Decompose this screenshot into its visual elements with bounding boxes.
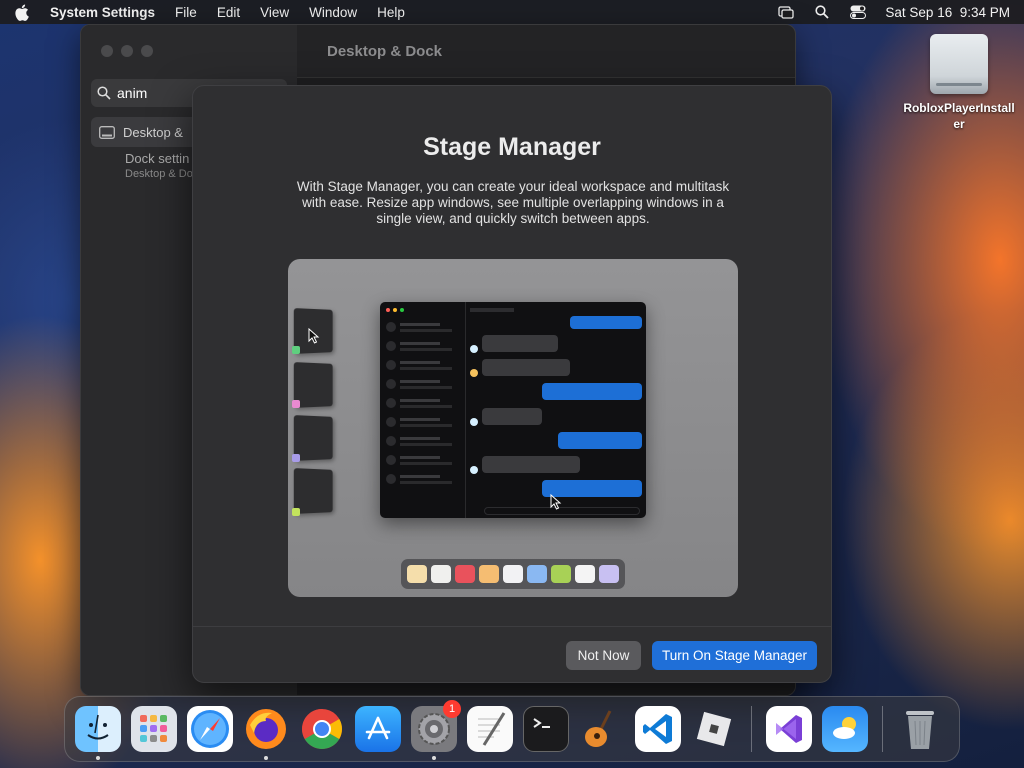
app-name-menu[interactable]: System Settings [50,5,155,20]
app-icon-dot [292,346,300,354]
roblox-icon [696,711,732,747]
apple-menu-icon[interactable] [14,3,32,21]
weather-icon [833,717,856,739]
illustration-dock [401,559,625,589]
menu-view[interactable]: View [260,5,289,20]
search-input-value: anim [117,85,148,101]
desktop-drive-item[interactable]: RobloxPlayerInstaller [900,34,1018,132]
clock[interactable]: Sat Sep 16 9:34 PM [885,5,1010,20]
sheet-description: With Stage Manager, you can create your … [296,179,730,226]
dock-roblox[interactable] [691,706,737,752]
safari-icon [191,710,229,748]
menu-file[interactable]: File [175,5,197,20]
menu-bar: System Settings File Edit View Window He… [0,0,1024,24]
illustration-conversation-list [380,302,466,518]
menu-edit[interactable]: Edit [217,5,240,20]
sidebar-item-label: Desktop & [123,124,183,140]
dock-firefox[interactable] [243,706,289,760]
app-icon-dot [292,400,300,408]
dock-chrome[interactable] [299,706,345,752]
app-store-icon [365,716,391,740]
visual-studio-icon [776,715,802,743]
launchpad-icon [140,715,167,742]
app-icon-dot [292,454,300,462]
dock-textedit[interactable] [467,706,513,752]
screen-mirroring-icon[interactable] [777,4,795,20]
dock-trash[interactable] [897,706,943,752]
dock-safari[interactable] [187,706,233,752]
dock-finder[interactable] [75,706,121,760]
dock-visual-studio[interactable] [766,706,812,752]
dock-terminal[interactable] [523,706,569,752]
dock-app-store[interactable] [355,706,401,752]
notification-badge: 1 [443,700,461,718]
drive-icon [930,34,988,94]
not-now-button[interactable]: Not Now [566,641,641,670]
control-center-icon[interactable] [849,4,867,20]
zoom-button[interactable] [141,45,153,57]
trash-icon [906,711,934,749]
search-result-dock-settings[interactable]: Dock settin Desktop & Do [125,151,193,180]
dock-separator [882,706,883,752]
finder-icon [87,714,109,740]
search-result-subtitle: Desktop & Do [125,168,193,180]
sheet-divider [193,626,831,627]
dock-garageband[interactable] [579,706,625,752]
dock-separator [751,706,752,752]
stage-manager-sheet: Stage Manager With Stage Manager, you ca… [192,85,832,683]
turn-on-stage-manager-button[interactable]: Turn On Stage Manager [652,641,817,670]
search-icon [97,86,111,100]
pointer-cursor-icon [550,494,562,510]
drive-label: RobloxPlayerInstaller [903,101,1015,131]
dock-system-settings[interactable]: 1 [411,700,461,760]
stage-manager-illustration [288,259,738,597]
dock-launchpad[interactable] [131,706,177,752]
settings-window-title: Desktop & Dock [327,43,443,60]
menu-help[interactable]: Help [377,5,405,20]
spotlight-search-icon[interactable] [813,4,831,20]
illustration-messages-window [380,302,646,518]
guitar-icon [585,710,612,747]
terminal-icon [533,718,550,728]
dock: 1 [64,696,960,762]
sheet-title: Stage Manager [423,133,601,161]
textedit-icon [478,712,506,746]
menu-window[interactable]: Window [309,5,357,20]
chrome-icon [302,709,342,749]
search-result-title: Dock settin [125,151,190,166]
window-controls [101,45,153,57]
close-button[interactable] [101,45,113,57]
dock-vscode[interactable] [635,706,681,752]
minimize-button[interactable] [121,45,133,57]
vscode-icon [643,714,672,744]
desktop-dock-icon [99,125,115,139]
pointer-cursor-icon [308,328,320,344]
app-icon-dot [292,508,300,516]
stage-thumbnail [293,468,333,514]
dock-weather[interactable] [822,706,868,752]
firefox-icon [246,709,286,749]
